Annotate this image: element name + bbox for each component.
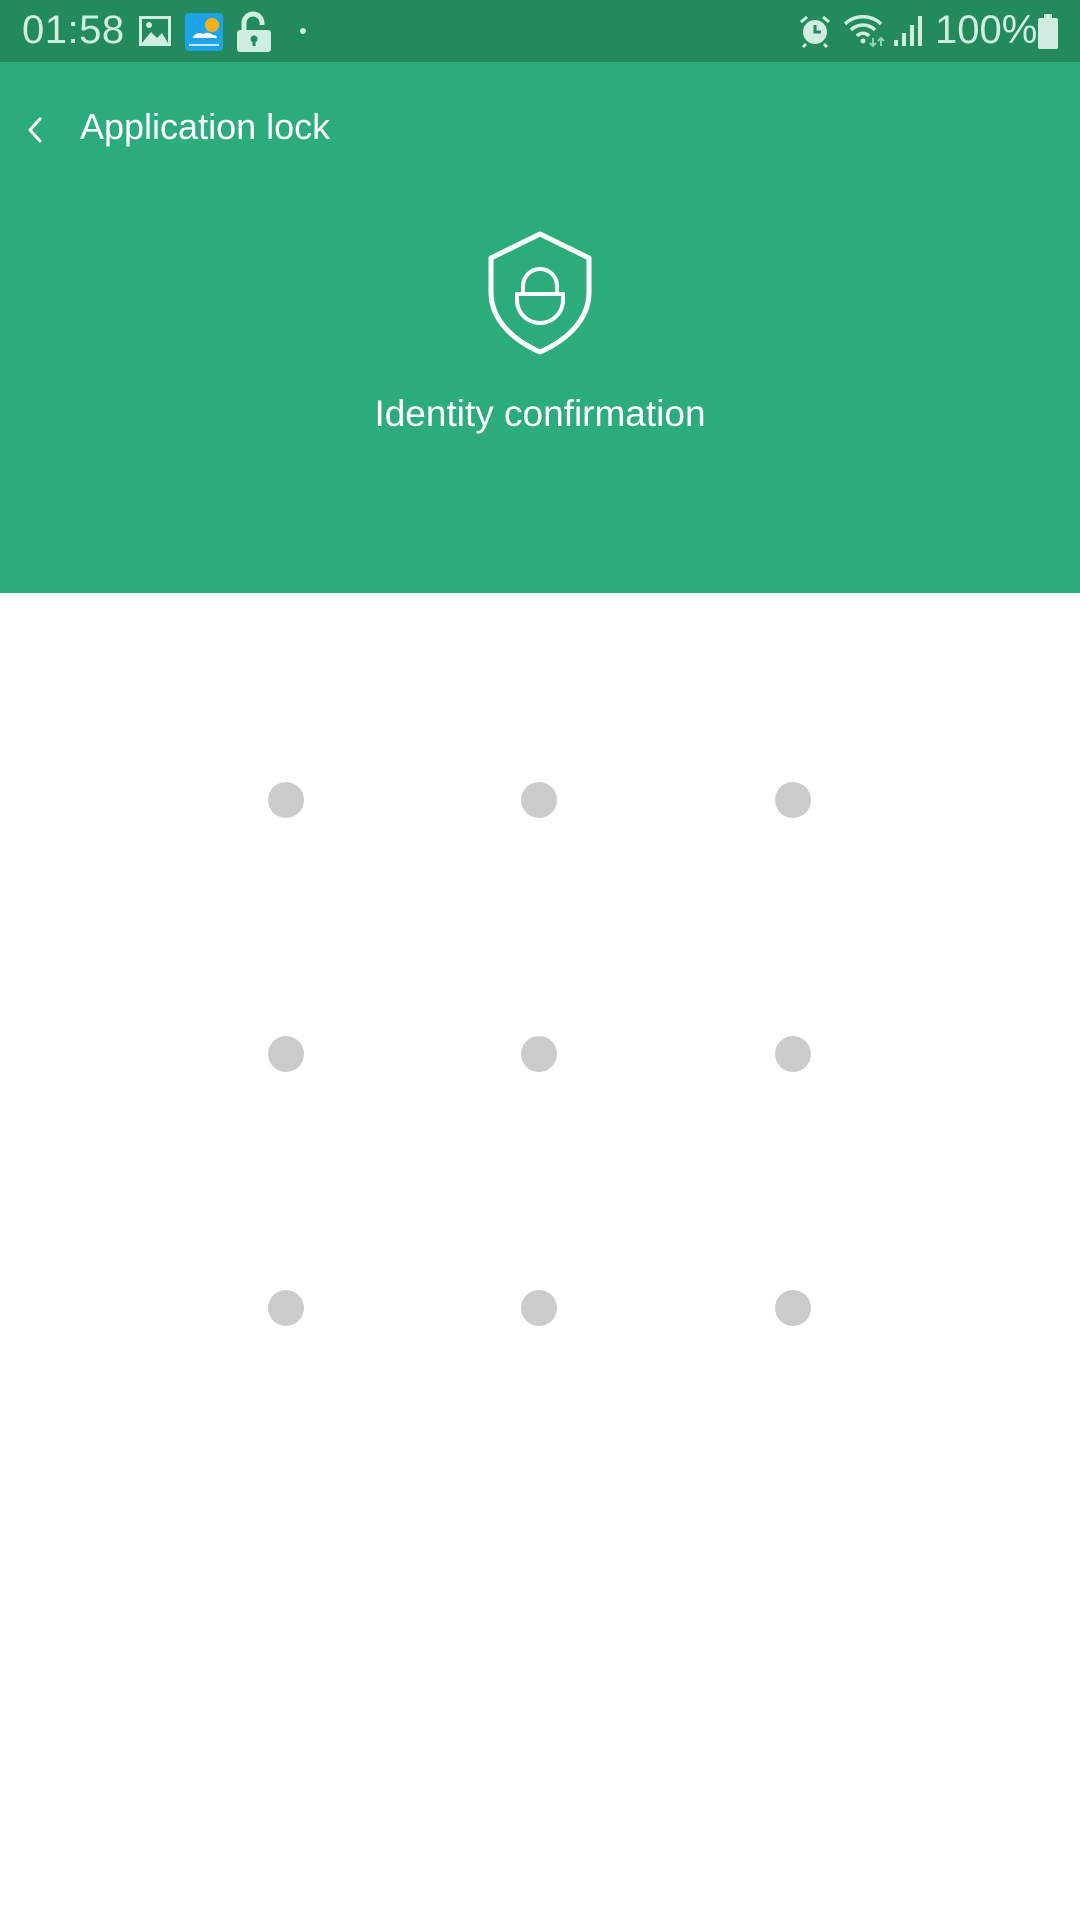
pattern-dot-3-2[interactable] [521,1290,557,1326]
page-title: Application lock [80,106,331,147]
alarm-icon [800,15,830,48]
unlock-icon [237,11,271,52]
shield-lock-icon [488,231,592,355]
identity-confirmation-label: Identity confirmation [374,393,706,434]
pattern-dot-3-3[interactable] [775,1290,811,1326]
image-icon [139,16,171,46]
status-bar: 01:58 100% [0,0,1080,62]
pattern-dot-2-3[interactable] [775,1036,811,1072]
pattern-dot-2-1[interactable] [268,1036,304,1072]
back-button[interactable] [18,100,68,160]
pattern-dot-1-2[interactable] [521,782,557,818]
pattern-dot-3-1[interactable] [268,1290,304,1326]
pattern-dot-2-2[interactable] [521,1036,557,1072]
battery-icon [1038,14,1058,49]
signal-icon [894,16,922,46]
status-time: 01:58 [22,8,125,52]
wifi-icon [843,15,885,48]
notification-dot-icon [300,28,306,34]
chevron-left-icon [28,117,42,143]
weather-app-icon [185,13,223,51]
pattern-lock-grid[interactable] [0,593,1080,1920]
pattern-dot-1-1[interactable] [268,782,304,818]
battery-percent: 100% [935,8,1038,52]
pattern-dot-1-3[interactable] [775,782,811,818]
